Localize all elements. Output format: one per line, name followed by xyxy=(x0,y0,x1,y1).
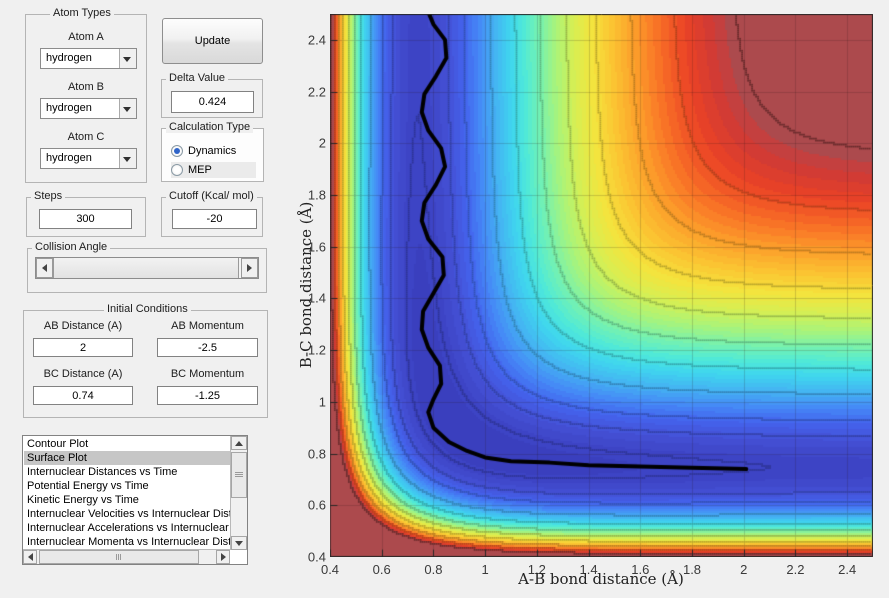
list-item[interactable]: Internuclear Momenta vs Internuclear Dis… xyxy=(24,535,230,549)
x-tick-label: 1 xyxy=(481,562,489,577)
ab-momentum-field[interactable]: -2.5 xyxy=(157,338,258,357)
cutoff-legend: Cutoff (Kcal/ mol) xyxy=(166,190,257,202)
atom-a-select[interactable]: hydrogen xyxy=(40,48,137,69)
list-item[interactable]: Surface Plot xyxy=(24,451,230,465)
x-tick-label: 0.6 xyxy=(372,562,391,577)
steps-field[interactable]: 300 xyxy=(39,209,132,229)
y-tick-label: 0.8 xyxy=(307,446,326,462)
y-tick-label: 1 xyxy=(318,394,326,410)
list-item[interactable]: Contour Plot xyxy=(24,437,230,451)
arrow-left-icon xyxy=(27,553,33,561)
radio-dynamics[interactable]: Dynamics xyxy=(171,143,256,159)
chevron-down-icon xyxy=(123,157,131,162)
y-tick-label: 2 xyxy=(318,135,326,151)
radio-mep[interactable]: MEP xyxy=(171,162,256,178)
arrow-right-icon xyxy=(247,264,252,272)
grip-icon xyxy=(235,472,243,477)
list-item[interactable]: Internuclear Accelerations vs Internucle… xyxy=(24,521,230,535)
arrow-down-icon xyxy=(235,540,243,546)
radio-selected-icon xyxy=(171,145,183,157)
arrow-left-icon xyxy=(42,264,47,272)
list-item[interactable]: Kinetic Energy vs Time xyxy=(24,493,230,507)
delta-value-field[interactable]: 0.424 xyxy=(171,91,254,113)
collision-angle-slider[interactable] xyxy=(35,257,259,279)
ab-momentum-label: AB Momentum xyxy=(171,320,244,332)
list-item[interactable]: Potential Energy vs Time xyxy=(24,479,230,493)
delta-value-legend: Delta Value xyxy=(166,72,229,84)
atom-a-value: hydrogen xyxy=(46,52,92,64)
scroll-right-button[interactable] xyxy=(216,550,230,564)
list-item[interactable]: Internuclear Distances vs Time xyxy=(24,465,230,479)
x-tick-label: 2 xyxy=(740,562,748,577)
steps-legend: Steps xyxy=(31,190,66,202)
scroll-up-button[interactable] xyxy=(231,436,247,450)
list-item[interactable]: Internuclear Velocities vs Internuclear … xyxy=(24,507,230,521)
x-tick-label: 1.8 xyxy=(682,562,702,577)
radio-unselected-icon xyxy=(171,164,183,176)
atom-b-dropdown-button[interactable] xyxy=(119,99,136,118)
collision-angle-legend: Collision Angle xyxy=(32,241,111,253)
atom-a-label: Atom A xyxy=(68,31,104,43)
x-tick-label: 2.2 xyxy=(786,562,805,577)
scroll-left-button[interactable] xyxy=(23,550,37,564)
arrow-up-icon xyxy=(235,440,243,446)
atom-c-dropdown-button[interactable] xyxy=(119,149,136,168)
atom-b-value: hydrogen xyxy=(46,102,92,114)
horizontal-scrollbar[interactable] xyxy=(23,549,230,564)
slider-thumb[interactable] xyxy=(53,258,239,278)
chevron-down-icon xyxy=(123,57,131,62)
x-tick-label: 0.8 xyxy=(424,562,443,577)
contour-plot xyxy=(330,14,873,557)
bc-distance-label: BC Distance (A) xyxy=(43,368,123,380)
atom-c-label: Atom C xyxy=(67,131,105,143)
radio-dynamics-label: Dynamics xyxy=(188,145,237,157)
plot-type-listbox[interactable]: Contour Plot Surface Plot Internuclear Dis… xyxy=(22,435,248,565)
x-tick-label: 2.4 xyxy=(838,562,857,577)
bc-momentum-label: BC Momentum xyxy=(170,368,245,380)
arrow-right-icon xyxy=(220,553,226,561)
ab-distance-label: AB Distance (A) xyxy=(43,320,123,332)
y-tick-label: 0.6 xyxy=(307,497,326,513)
y-tick-label: 2.4 xyxy=(307,32,326,48)
update-button[interactable]: Update xyxy=(162,18,263,64)
y-axis-label: B-C bond distance (Å) xyxy=(297,201,315,369)
radio-mep-label: MEP xyxy=(188,164,212,176)
y-tick-label: 2.2 xyxy=(307,84,326,100)
slider-right-arrow[interactable] xyxy=(241,258,258,278)
bc-distance-field[interactable]: 0.74 xyxy=(33,386,133,405)
slider-left-arrow[interactable] xyxy=(36,258,53,278)
atom-types-legend: Atom Types xyxy=(50,7,114,19)
scroll-down-button[interactable] xyxy=(231,536,247,550)
vertical-scrollbar[interactable] xyxy=(230,436,247,550)
bc-momentum-field[interactable]: -1.25 xyxy=(157,386,258,405)
vertical-scroll-thumb[interactable] xyxy=(231,452,247,498)
grip-icon xyxy=(116,554,121,560)
horizontal-scroll-thumb[interactable] xyxy=(39,550,199,564)
initial-conditions-legend: Initial Conditions xyxy=(104,303,191,315)
x-axis-label: A-B bond distance (Å) xyxy=(518,570,684,588)
calculation-type-legend: Calculation Type xyxy=(166,121,254,133)
cutoff-field[interactable]: -20 xyxy=(172,209,257,229)
atom-c-value: hydrogen xyxy=(46,152,92,164)
y-tick-label: 1.8 xyxy=(307,187,326,203)
atom-b-label: Atom B xyxy=(67,81,105,93)
ab-distance-field[interactable]: 2 xyxy=(33,338,133,357)
y-tick-label: 0.4 xyxy=(307,549,326,565)
chevron-down-icon xyxy=(123,107,131,112)
atom-b-select[interactable]: hydrogen xyxy=(40,98,137,119)
atom-c-select[interactable]: hydrogen xyxy=(40,148,137,169)
plot-type-list: Contour Plot Surface Plot Internuclear Dis… xyxy=(24,437,230,549)
atom-a-dropdown-button[interactable] xyxy=(119,49,136,68)
